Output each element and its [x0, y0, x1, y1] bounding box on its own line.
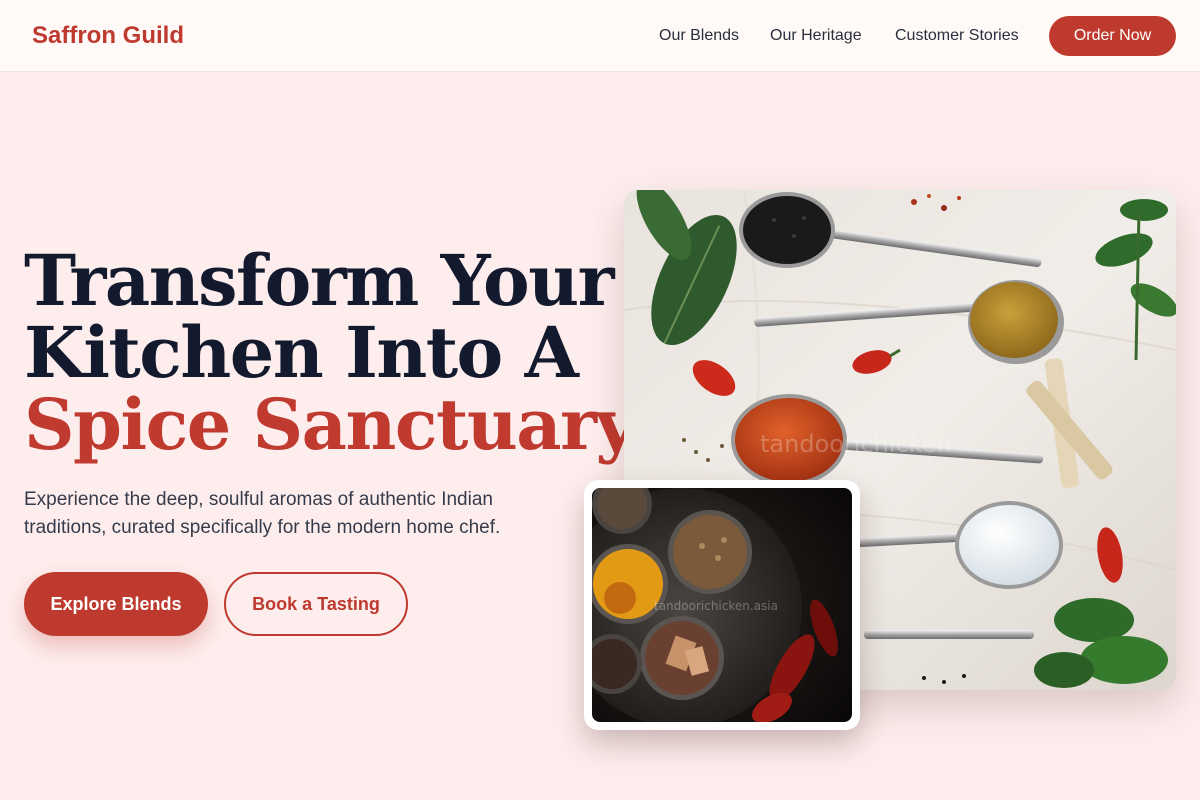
- top-navbar: Saffron Guild Our Blends Our Heritage Cu…: [0, 0, 1200, 72]
- order-now-button[interactable]: Order Now: [1049, 16, 1176, 56]
- nav-link-our-heritage[interactable]: Our Heritage: [770, 26, 862, 46]
- inset-photo-watermark: tandoorichicken.asia: [654, 599, 778, 613]
- main-photo-watermark: tandoorichicken: [760, 430, 952, 458]
- hero-subtitle: Experience the deep, soulful aromas of a…: [24, 489, 501, 538]
- headline-line-1: Transform Your: [24, 239, 615, 322]
- nav-link-our-blends[interactable]: Our Blends: [659, 26, 739, 46]
- headline-accent: Spice Sanctuary.: [24, 383, 651, 466]
- hero-headline: Transform Your Kitchen Into A Spice Sanc…: [24, 239, 651, 466]
- explore-blends-button[interactable]: Explore Blends: [24, 572, 208, 636]
- brand-logo[interactable]: Saffron Guild: [32, 20, 184, 52]
- masala-dabba-photo: tandoorichicken.asia: [592, 488, 852, 722]
- nav-link-customer-stories[interactable]: Customer Stories: [895, 26, 1019, 46]
- book-tasting-button[interactable]: Book a Tasting: [224, 572, 408, 636]
- headline-line-2: Kitchen Into A: [24, 311, 579, 394]
